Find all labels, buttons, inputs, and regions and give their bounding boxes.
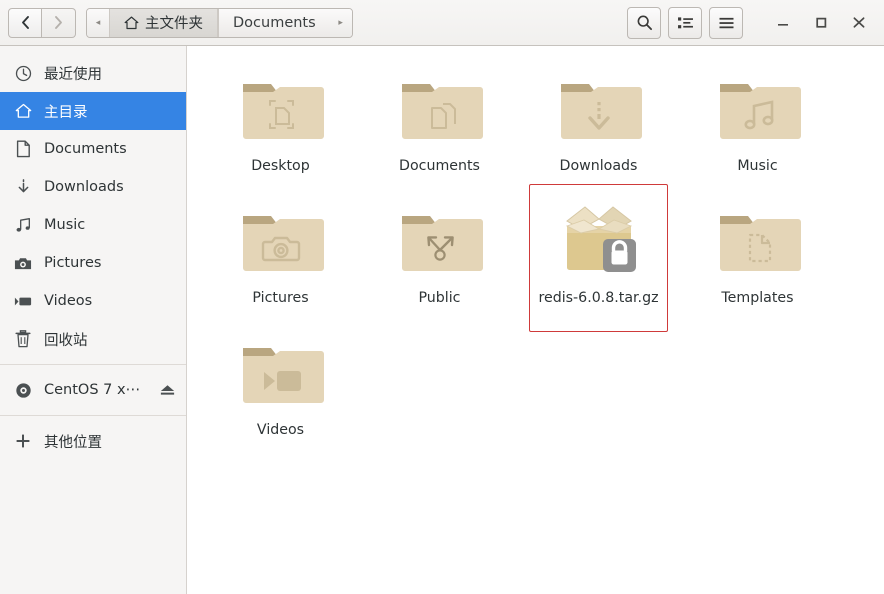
file-item-desktop-label: Desktop: [251, 158, 310, 174]
sidebar-separator-1: [0, 364, 186, 365]
sidebar-item-downloads[interactable]: Downloads: [0, 168, 186, 206]
file-item-music[interactable]: Music: [678, 60, 837, 192]
header-bar: ◂ 主文件夹 Documents ▸: [0, 0, 884, 46]
file-icon-view[interactable]: Desktop Documents Downloads Music Pictur…: [187, 46, 884, 594]
breadcrumb-scroll-right[interactable]: ▸: [329, 8, 352, 37]
search-button[interactable]: [627, 6, 661, 39]
trash-icon: [14, 330, 32, 348]
chevron-left-icon: [21, 16, 29, 29]
music-icon: [14, 217, 32, 233]
clock-icon: [14, 65, 32, 82]
sidebar-item-pictures[interactable]: Pictures: [0, 244, 186, 282]
sidebar-item-music-label: Music: [44, 217, 86, 233]
disc-icon: [14, 382, 32, 399]
main-menu-button[interactable]: [709, 6, 743, 39]
forward-button[interactable]: [42, 7, 76, 38]
file-item-redis-archive[interactable]: redis-6.0.8.tar.gz: [519, 184, 678, 332]
maximize-button[interactable]: [810, 10, 832, 36]
back-button[interactable]: [8, 7, 42, 38]
header-tools: [627, 6, 876, 39]
download-icon: [14, 178, 32, 196]
folder-downloads-icon: [551, 66, 647, 152]
window-body: 最近使用 主目录 Documents Downloads Music Pictu…: [0, 46, 884, 594]
list-view-icon: [677, 16, 693, 28]
breadcrumb: ◂ 主文件夹 Documents ▸: [86, 7, 353, 38]
breadcrumb-item-home[interactable]: 主文件夹: [109, 8, 218, 37]
sidebar-item-home-label: 主目录: [44, 104, 88, 121]
sidebar-item-centos[interactable]: CentOS 7 x⋯: [0, 371, 186, 409]
triangle-right-icon: ▸: [338, 17, 343, 28]
minimize-icon: [778, 23, 788, 26]
folder-videos-icon: [233, 330, 329, 416]
chevron-right-icon: [55, 16, 62, 29]
close-icon: [853, 17, 865, 28]
eject-button[interactable]: [159, 383, 176, 397]
breadcrumb-item-documents-label: Documents: [233, 14, 316, 31]
sidebar-item-recent[interactable]: 最近使用: [0, 54, 186, 92]
minimize-button[interactable]: [772, 10, 794, 36]
sidebar-item-downloads-label: Downloads: [44, 179, 124, 195]
file-item-downloads-label: Downloads: [559, 158, 638, 174]
archive-locked-icon: [551, 198, 647, 284]
sidebar-item-other-locations[interactable]: 其他位置: [0, 422, 186, 460]
sidebar-separator-2: [0, 415, 186, 416]
sidebar-item-centos-label: CentOS 7 x⋯: [44, 382, 141, 398]
sidebar-item-videos-label: Videos: [44, 293, 93, 309]
file-item-downloads[interactable]: Downloads: [519, 60, 678, 192]
window-controls: [772, 10, 876, 36]
sidebar-item-recent-label: 最近使用: [44, 66, 102, 83]
file-item-public[interactable]: Public: [360, 192, 519, 324]
plus-icon: [14, 433, 32, 449]
file-item-templates[interactable]: Templates: [678, 192, 837, 324]
folder-public-icon: [392, 198, 488, 284]
file-item-public-label: Public: [418, 290, 461, 306]
sidebar-item-trash-label: 回收站: [44, 332, 88, 349]
file-item-music-label: Music: [737, 158, 778, 174]
folder-pictures-icon: [233, 198, 329, 284]
sidebar-item-documents[interactable]: Documents: [0, 130, 186, 168]
sidebar-item-videos[interactable]: Videos: [0, 282, 186, 320]
file-manager-window: ◂ 主文件夹 Documents ▸ 最近使用 主目录 Documents Do…: [0, 0, 884, 594]
home-icon: [124, 16, 139, 29]
hamburger-icon: [719, 17, 733, 28]
sidebar-item-pictures-label: Pictures: [44, 255, 102, 271]
file-item-pictures-label: Pictures: [252, 290, 309, 306]
breadcrumb-scroll-left[interactable]: ◂: [87, 8, 109, 37]
camera-icon: [14, 256, 32, 271]
maximize-icon: [816, 17, 827, 28]
sidebar: 最近使用 主目录 Documents Downloads Music Pictu…: [0, 46, 187, 594]
sidebar-item-documents-label: Documents: [44, 141, 127, 157]
file-item-documents[interactable]: Documents: [360, 60, 519, 192]
sidebar-item-other-locations-label: 其他位置: [44, 434, 102, 451]
file-item-desktop[interactable]: Desktop: [201, 60, 360, 192]
search-icon: [637, 15, 652, 31]
sidebar-item-music[interactable]: Music: [0, 206, 186, 244]
document-icon: [14, 140, 32, 158]
video-icon: [14, 295, 32, 308]
file-item-pictures[interactable]: Pictures: [201, 192, 360, 324]
sidebar-item-trash[interactable]: 回收站: [0, 320, 186, 358]
folder-music-icon: [710, 66, 806, 152]
folder-desktop-icon: [233, 66, 329, 152]
view-list-button[interactable]: [668, 6, 702, 39]
file-item-videos-label: Videos: [256, 422, 305, 438]
file-item-redis-archive-label: redis-6.0.8.tar.gz: [538, 290, 659, 306]
home-icon: [14, 103, 32, 119]
close-button[interactable]: [848, 10, 870, 36]
file-item-documents-label: Documents: [399, 158, 480, 174]
file-item-videos[interactable]: Videos: [201, 324, 360, 456]
navigation-button-group: [8, 7, 76, 38]
file-grid: Desktop Documents Downloads Music Pictur…: [201, 60, 884, 456]
sidebar-item-home[interactable]: 主目录: [0, 92, 186, 130]
file-item-templates-label: Templates: [721, 290, 794, 306]
folder-documents-icon: [392, 66, 488, 152]
triangle-left-icon: ◂: [95, 17, 101, 28]
breadcrumb-item-home-label: 主文件夹: [145, 16, 203, 32]
folder-templates-icon: [710, 198, 806, 284]
breadcrumb-item-documents[interactable]: Documents: [218, 8, 330, 37]
